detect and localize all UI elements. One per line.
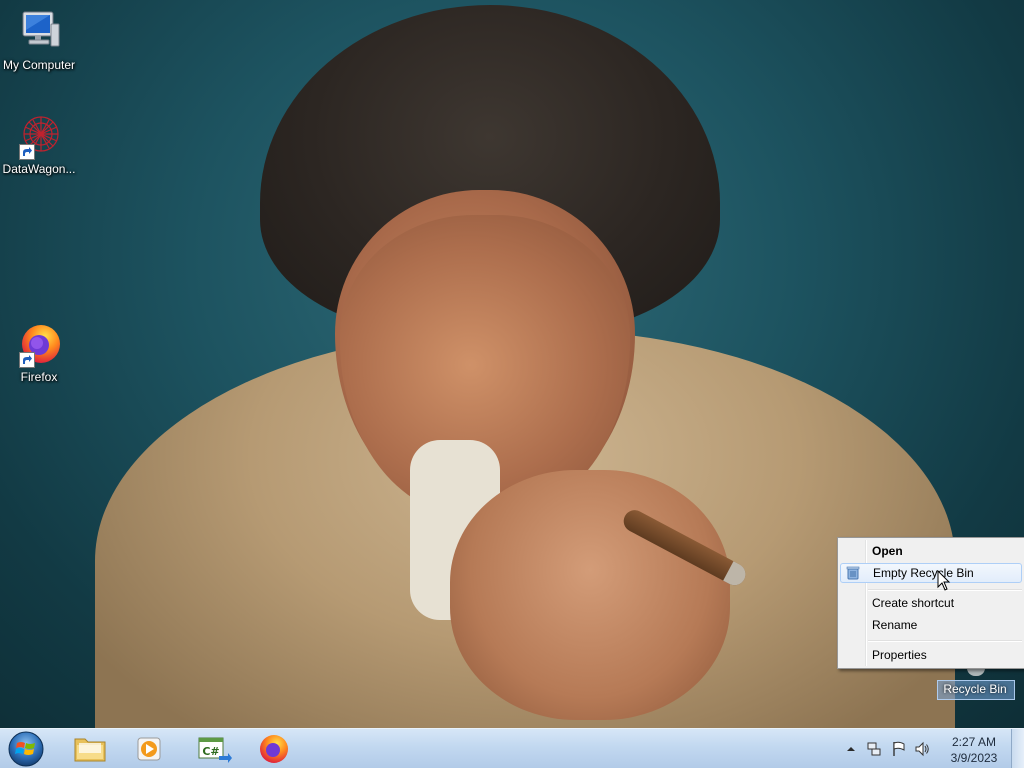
taskbar-csharp-editor[interactable]: C# (186, 731, 238, 767)
computer-icon (15, 8, 63, 56)
shortcut-arrow-icon (19, 144, 35, 160)
menu-item-label: Rename (872, 618, 918, 632)
desktop-icon-datawagon[interactable]: DataWagon... (0, 112, 78, 176)
start-button[interactable] (4, 730, 48, 768)
desktop-icon-my-computer[interactable]: My Computer (0, 8, 78, 72)
taskbar: C# 2:27 AM 3/9/2023 (0, 728, 1024, 768)
csharp-icon: C# (198, 737, 232, 763)
windows-start-icon (8, 731, 44, 767)
context-menu[interactable]: Open Empty Recycle Bin Create shortcut R… (837, 537, 1024, 669)
show-desktop-button[interactable] (1011, 729, 1024, 768)
desktop-icon-label: My Computer (2, 58, 76, 72)
svg-text:C#: C# (202, 745, 219, 758)
media-player-icon (137, 737, 161, 761)
menu-item-label: Create shortcut (872, 596, 955, 610)
clock-time: 2:27 AM (951, 735, 997, 749)
menu-item-create-shortcut[interactable]: Create shortcut (840, 593, 1022, 613)
menu-item-label: Properties (872, 648, 927, 662)
show-hidden-icons-arrow[interactable] (843, 741, 859, 757)
taskbar-media-player[interactable] (124, 731, 176, 767)
desktop-icon-label: DataWagon... (2, 162, 76, 176)
menu-item-empty-recycle-bin[interactable]: Empty Recycle Bin (840, 563, 1022, 583)
menu-separator (868, 640, 1022, 642)
taskbar-file-explorer[interactable] (64, 731, 116, 767)
menu-item-open[interactable]: Open (840, 541, 1022, 561)
menu-item-properties[interactable]: Properties (840, 645, 1022, 665)
shortcut-arrow-icon (19, 352, 35, 368)
desktop-icon-firefox[interactable]: Firefox (0, 320, 78, 384)
desktop-icon-label: Firefox (20, 370, 58, 384)
datawagon-icon (15, 112, 63, 160)
taskbar-firefox[interactable] (248, 731, 300, 767)
volume-icon[interactable] (914, 741, 930, 757)
mouse-cursor-icon (937, 569, 951, 592)
system-clock[interactable]: 2:27 AM 3/9/2023 (946, 734, 1002, 766)
menu-item-label: Empty Recycle Bin (873, 566, 974, 580)
menu-item-rename[interactable]: Rename (840, 615, 1022, 635)
firefox-icon (15, 320, 63, 368)
network-icon[interactable] (866, 741, 882, 757)
recycle-bin-shield-icon (846, 566, 860, 580)
menu-item-label: Open (872, 544, 903, 558)
desktop-icon-label: Recycle Bin (943, 682, 1007, 696)
action-center-flag-icon[interactable] (891, 741, 907, 757)
clock-date: 3/9/2023 (950, 751, 998, 765)
firefox-icon (260, 735, 288, 763)
folder-icon (74, 738, 106, 762)
